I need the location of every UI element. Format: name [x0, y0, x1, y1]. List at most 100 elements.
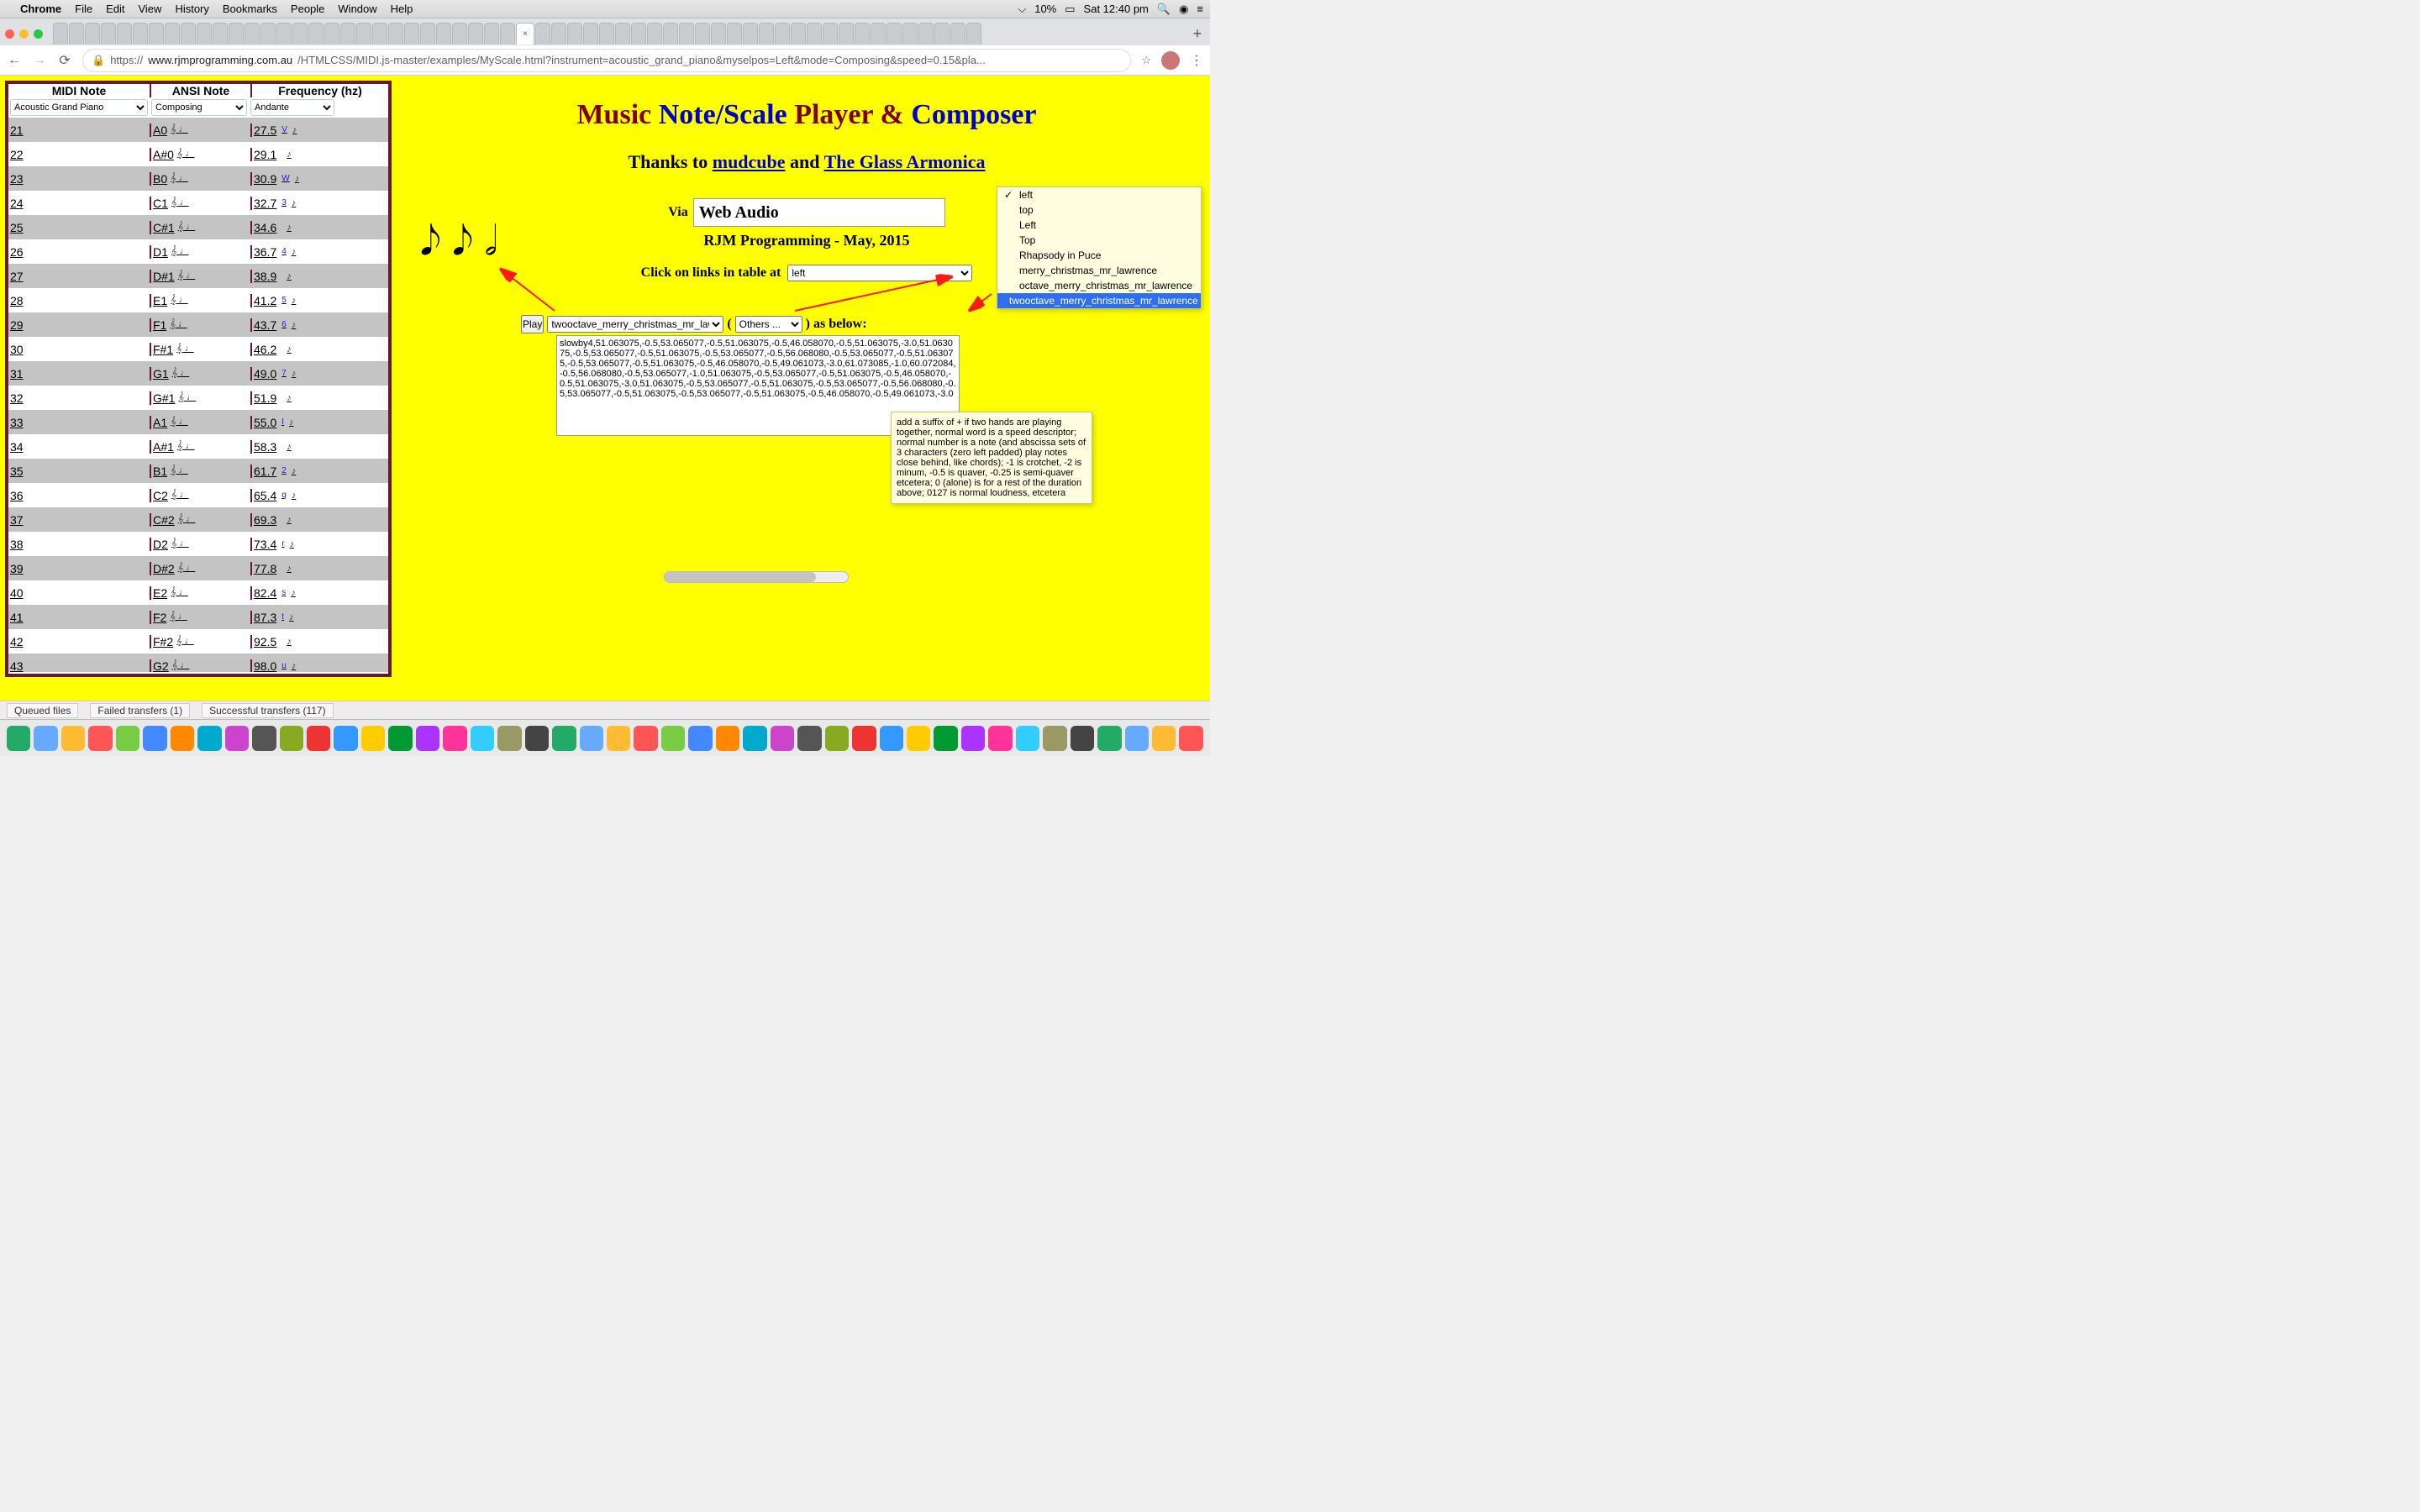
- ansi-note-link[interactable]: F#2 𝄞 ♩: [151, 635, 252, 648]
- browser-tab[interactable]: [292, 23, 308, 45]
- ansi-note-link[interactable]: C#2 𝄞 ♩: [151, 513, 252, 527]
- freq-link[interactable]: 73.4 r ♪: [252, 538, 388, 551]
- midi-note-link[interactable]: 35: [8, 465, 151, 478]
- browser-tab[interactable]: [695, 23, 710, 45]
- profile-avatar[interactable]: [1161, 51, 1180, 70]
- midi-note-link[interactable]: 29: [8, 318, 151, 332]
- browser-tab[interactable]: [663, 23, 678, 45]
- browser-tab[interactable]: [711, 23, 726, 45]
- dock-app-icon[interactable]: [1016, 726, 1039, 751]
- browser-tab[interactable]: [567, 23, 582, 45]
- browser-tab[interactable]: [950, 23, 965, 45]
- close-window-icon[interactable]: [5, 29, 14, 39]
- dock-app-icon[interactable]: [525, 726, 549, 751]
- browser-tab[interactable]: [165, 23, 180, 45]
- ansi-note-link[interactable]: D#2 𝄞 ♩: [151, 562, 252, 575]
- dock-app-icon[interactable]: [307, 726, 330, 751]
- browser-tab[interactable]: [583, 23, 598, 45]
- browser-tab[interactable]: [647, 23, 662, 45]
- browser-tab[interactable]: [807, 23, 822, 45]
- chrome-menu-icon[interactable]: ⋮: [1190, 52, 1203, 69]
- browser-tab[interactable]: [902, 23, 918, 45]
- dropdown-option[interactable]: top: [997, 202, 1201, 218]
- dock-app-icon[interactable]: [7, 726, 30, 751]
- dock-app-icon[interactable]: [552, 726, 576, 751]
- play-button[interactable]: Play: [521, 315, 544, 333]
- browser-tab[interactable]: [886, 23, 902, 45]
- minimize-window-icon[interactable]: [19, 29, 29, 39]
- ansi-note-link[interactable]: A#1 𝄞 ♩: [151, 440, 252, 454]
- dropdown-option[interactable]: Rhapsody in Puce: [997, 248, 1201, 263]
- dock-app-icon[interactable]: [797, 726, 821, 751]
- dock-app-icon[interactable]: [907, 726, 930, 751]
- dock-app-icon[interactable]: [252, 726, 276, 751]
- browser-tab[interactable]: [775, 23, 790, 45]
- dropdown-option[interactable]: Top: [997, 233, 1201, 248]
- browser-tab[interactable]: [452, 23, 467, 45]
- dock-app-icon[interactable]: [661, 726, 685, 751]
- browser-tab[interactable]: [727, 23, 742, 45]
- browser-tab[interactable]: [324, 23, 339, 45]
- freq-link[interactable]: 29.1 ♪: [252, 148, 388, 161]
- menu-window[interactable]: Window: [338, 3, 376, 15]
- browser-tab[interactable]: ×: [516, 23, 534, 45]
- browser-tab[interactable]: [372, 23, 387, 45]
- freq-link[interactable]: 38.9 ♪: [252, 270, 388, 283]
- browser-tab[interactable]: [551, 23, 566, 45]
- instrument-select[interactable]: Acoustic Grand Piano: [10, 99, 148, 116]
- dock-app-icon[interactable]: [934, 726, 957, 751]
- midi-note-link[interactable]: 42: [8, 635, 151, 648]
- others-select[interactable]: Others ...: [735, 316, 802, 333]
- freq-link[interactable]: 58.3 ♪: [252, 440, 388, 454]
- menu-view[interactable]: View: [138, 3, 161, 15]
- freq-link[interactable]: 27.5 V ♪: [252, 123, 388, 137]
- dock-app-icon[interactable]: [825, 726, 849, 751]
- dock-app-icon[interactable]: [34, 726, 57, 751]
- dropdown-option[interactable]: ✓left: [997, 187, 1201, 202]
- browser-tab[interactable]: [759, 23, 774, 45]
- browser-tab[interactable]: [340, 23, 355, 45]
- midi-note-link[interactable]: 31: [8, 367, 151, 381]
- dock-app-icon[interactable]: [497, 726, 521, 751]
- dock-app-icon[interactable]: [988, 726, 1012, 751]
- browser-tab[interactable]: [69, 23, 84, 45]
- browser-tab[interactable]: [388, 23, 403, 45]
- browser-tab[interactable]: [679, 23, 694, 45]
- forward-button[interactable]: →: [32, 53, 47, 68]
- mode-select[interactable]: Composing: [151, 99, 247, 116]
- freq-link[interactable]: 61.7 2 ♪: [252, 465, 388, 478]
- ansi-note-link[interactable]: A1 𝄞 ♩: [151, 416, 252, 429]
- queued-files-tab[interactable]: Queued files: [7, 703, 78, 718]
- browser-tab[interactable]: [631, 23, 646, 45]
- dock-app-icon[interactable]: [1043, 726, 1066, 751]
- midi-note-link[interactable]: 22: [8, 148, 151, 161]
- dock-app-icon[interactable]: [388, 726, 412, 751]
- dock-app-icon[interactable]: [852, 726, 876, 751]
- dock-app-icon[interactable]: [171, 726, 194, 751]
- ansi-note-link[interactable]: G#1 𝄞 ♩: [151, 391, 252, 405]
- app-name[interactable]: Chrome: [20, 3, 61, 15]
- ansi-note-link[interactable]: C1 𝄞 ♩: [151, 197, 252, 210]
- ansi-note-link[interactable]: D2 𝄞 ♩: [151, 538, 252, 551]
- ansi-note-link[interactable]: E1 𝄞 ♩: [151, 294, 252, 307]
- link-glass-armonica[interactable]: The Glass Armonica: [824, 151, 986, 172]
- ansi-note-link[interactable]: B1 𝄞 ♩: [151, 465, 252, 478]
- clock[interactable]: Sat 12:40 pm: [1084, 3, 1149, 15]
- browser-tab[interactable]: [276, 23, 292, 45]
- dock-app-icon[interactable]: [143, 726, 166, 751]
- dock-app-icon[interactable]: [880, 726, 903, 751]
- browser-tab[interactable]: [420, 23, 435, 45]
- dock-app-icon[interactable]: [361, 726, 385, 751]
- midi-note-link[interactable]: 27: [8, 270, 151, 283]
- dropdown-option[interactable]: merry_christmas_mr_lawrence: [997, 263, 1201, 278]
- midi-note-link[interactable]: 43: [8, 659, 151, 673]
- tempo-select[interactable]: Andante: [250, 99, 334, 116]
- browser-tab[interactable]: [133, 23, 148, 45]
- browser-tab[interactable]: [356, 23, 371, 45]
- webaudio-input[interactable]: [693, 198, 945, 227]
- dock-app-icon[interactable]: [1152, 726, 1176, 751]
- browser-tab[interactable]: [599, 23, 614, 45]
- ansi-note-link[interactable]: A0 𝄞 ♩: [151, 123, 252, 137]
- dock-app-icon[interactable]: [116, 726, 139, 751]
- browser-tab[interactable]: [101, 23, 116, 45]
